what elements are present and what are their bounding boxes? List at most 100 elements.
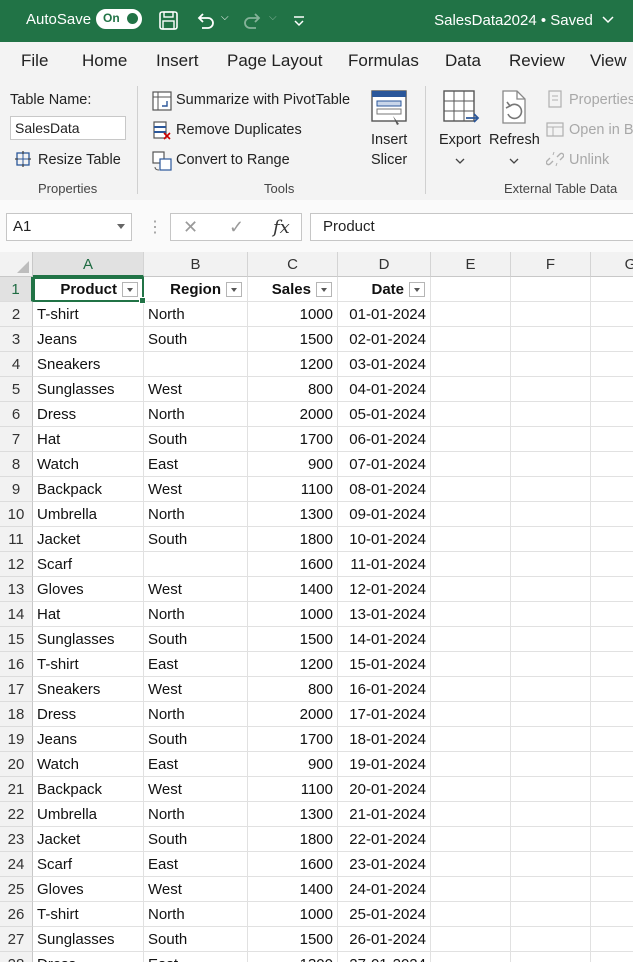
- filter-dropdown-icon[interactable]: [122, 282, 138, 297]
- properties-button[interactable]: Properties: [569, 92, 633, 108]
- cell-date[interactable]: 19-01-2024: [338, 752, 431, 777]
- cell-product[interactable]: Watch: [33, 452, 144, 477]
- cell-sales[interactable]: 1800: [248, 527, 338, 552]
- cell-region[interactable]: South: [144, 627, 248, 652]
- cell-product[interactable]: Sunglasses: [33, 377, 144, 402]
- more-options-icon[interactable]: ⋮: [147, 217, 163, 237]
- export-button[interactable]: Export: [439, 132, 481, 148]
- cell-sales[interactable]: 900: [248, 752, 338, 777]
- cell-empty[interactable]: [431, 277, 511, 302]
- chevron-down-icon[interactable]: [509, 152, 527, 168]
- cell-sales[interactable]: 1700: [248, 427, 338, 452]
- cell-empty[interactable]: [511, 327, 591, 352]
- cell-empty[interactable]: [511, 727, 591, 752]
- cell-region[interactable]: East: [144, 752, 248, 777]
- cell-empty[interactable]: [511, 877, 591, 902]
- cell-empty[interactable]: [511, 577, 591, 602]
- cell-empty[interactable]: [591, 452, 633, 477]
- tab-data[interactable]: Data: [445, 51, 481, 71]
- tab-page-layout[interactable]: Page Layout: [227, 51, 322, 71]
- row-header-17[interactable]: 17: [0, 677, 33, 702]
- tab-home[interactable]: Home: [82, 51, 127, 71]
- cell-empty[interactable]: [431, 452, 511, 477]
- cell-date[interactable]: 17-01-2024: [338, 702, 431, 727]
- cell-date[interactable]: 06-01-2024: [338, 427, 431, 452]
- resize-table-button[interactable]: Resize Table: [38, 152, 121, 168]
- cell-region[interactable]: West: [144, 477, 248, 502]
- cell-sales[interactable]: 1600: [248, 552, 338, 577]
- column-header-e[interactable]: E: [431, 252, 511, 277]
- row-header-11[interactable]: 11: [0, 527, 33, 552]
- cell-date[interactable]: 09-01-2024: [338, 502, 431, 527]
- cell-region[interactable]: West: [144, 577, 248, 602]
- cell-date[interactable]: 24-01-2024: [338, 877, 431, 902]
- cell-sales[interactable]: 1300: [248, 952, 338, 962]
- cell-empty[interactable]: [431, 902, 511, 927]
- enter-icon[interactable]: ✓: [229, 217, 244, 238]
- cell-sales[interactable]: 1300: [248, 502, 338, 527]
- row-header-25[interactable]: 25: [0, 877, 33, 902]
- cell-date[interactable]: 26-01-2024: [338, 927, 431, 952]
- cell-region[interactable]: South: [144, 327, 248, 352]
- row-header-3[interactable]: 3: [0, 327, 33, 352]
- cell-region[interactable]: East: [144, 652, 248, 677]
- insert-slicer-button-line2[interactable]: Slicer: [371, 152, 407, 168]
- chevron-down-icon[interactable]: [455, 152, 473, 168]
- name-box[interactable]: A1: [6, 213, 132, 241]
- cell-empty[interactable]: [431, 852, 511, 877]
- cell-empty[interactable]: [431, 602, 511, 627]
- cell-empty[interactable]: [511, 802, 591, 827]
- cell-empty[interactable]: [431, 777, 511, 802]
- cell-empty[interactable]: [591, 902, 633, 927]
- cell-product[interactable]: Dress: [33, 702, 144, 727]
- cell-date[interactable]: 11-01-2024: [338, 552, 431, 577]
- cell-empty[interactable]: [431, 477, 511, 502]
- cell-sales[interactable]: 2000: [248, 702, 338, 727]
- cell-product[interactable]: T-shirt: [33, 652, 144, 677]
- cell-product[interactable]: Jeans: [33, 327, 144, 352]
- cell-date[interactable]: 01-01-2024: [338, 302, 431, 327]
- cell-product[interactable]: Watch: [33, 752, 144, 777]
- cell-product[interactable]: Gloves: [33, 577, 144, 602]
- cell-region[interactable]: North: [144, 402, 248, 427]
- cell-sales[interactable]: 1600: [248, 852, 338, 877]
- column-header-a[interactable]: A: [33, 252, 144, 277]
- insert-function-icon[interactable]: fx: [273, 217, 290, 238]
- cell-date[interactable]: 27-01-2024: [338, 952, 431, 962]
- cell-sales[interactable]: 1000: [248, 302, 338, 327]
- row-header-5[interactable]: 5: [0, 377, 33, 402]
- insert-slicer-button[interactable]: Insert: [371, 132, 407, 148]
- cell-empty[interactable]: [431, 702, 511, 727]
- cell-product[interactable]: Jacket: [33, 527, 144, 552]
- cell-product[interactable]: T-shirt: [33, 902, 144, 927]
- cell-region[interactable]: South: [144, 827, 248, 852]
- cell-empty[interactable]: [511, 902, 591, 927]
- cell-empty[interactable]: [431, 552, 511, 577]
- cell-date[interactable]: 05-01-2024: [338, 402, 431, 427]
- cell-empty[interactable]: [591, 277, 633, 302]
- cell-empty[interactable]: [591, 602, 633, 627]
- cell-region[interactable]: East: [144, 952, 248, 962]
- cell-date[interactable]: 22-01-2024: [338, 827, 431, 852]
- customize-toolbar-icon[interactable]: [292, 10, 306, 36]
- cell-empty[interactable]: [511, 552, 591, 577]
- cell-sales[interactable]: 900: [248, 452, 338, 477]
- tab-file[interactable]: File: [21, 51, 48, 71]
- cell-date[interactable]: 21-01-2024: [338, 802, 431, 827]
- row-header-26[interactable]: 26: [0, 902, 33, 927]
- cell-sales[interactable]: 1500: [248, 927, 338, 952]
- chevron-down-icon[interactable]: [117, 224, 125, 229]
- cell-product[interactable]: Umbrella: [33, 502, 144, 527]
- cell-empty[interactable]: [591, 627, 633, 652]
- cell-region[interactable]: [144, 552, 248, 577]
- cell-sales[interactable]: 1300: [248, 802, 338, 827]
- cell-region[interactable]: North: [144, 802, 248, 827]
- open-in-browser-button[interactable]: Open in B: [569, 122, 633, 138]
- cell-region[interactable]: North: [144, 702, 248, 727]
- cell-date[interactable]: 18-01-2024: [338, 727, 431, 752]
- filter-dropdown-icon[interactable]: [409, 282, 425, 297]
- cell-sales[interactable]: 1100: [248, 477, 338, 502]
- cell-empty[interactable]: [511, 702, 591, 727]
- cell-empty[interactable]: [431, 677, 511, 702]
- remove-duplicates-button[interactable]: Remove Duplicates: [176, 122, 302, 138]
